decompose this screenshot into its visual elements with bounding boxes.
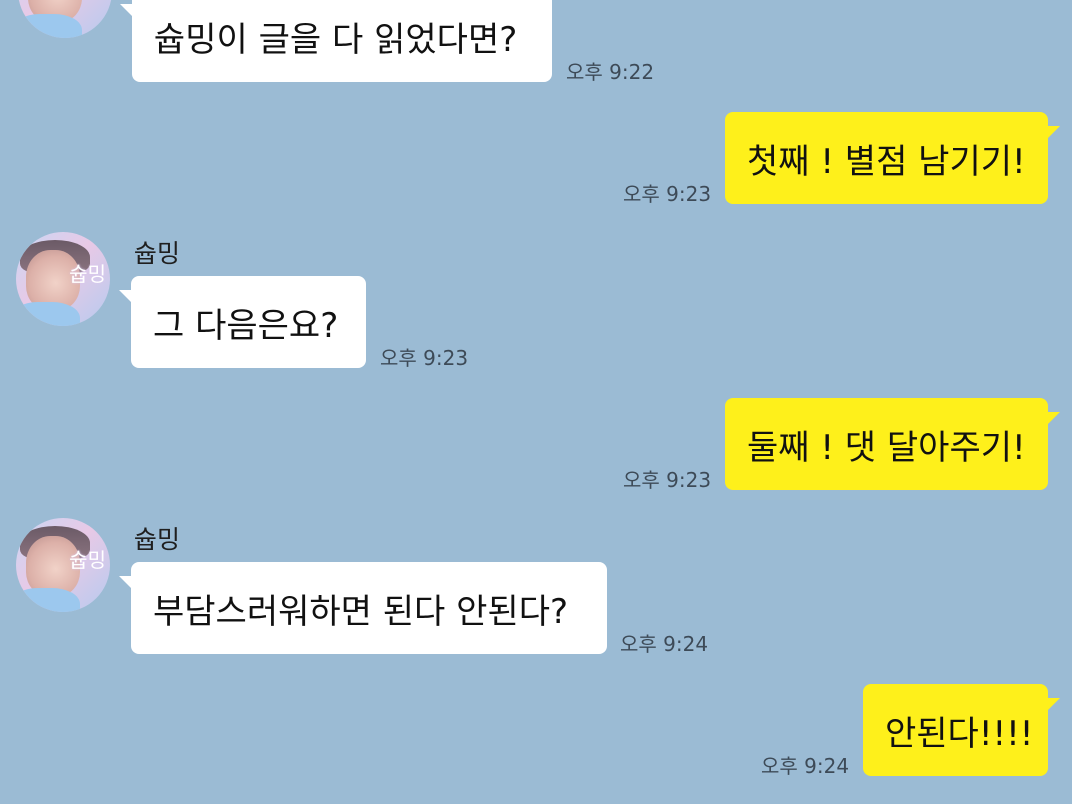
avatar[interactable]: 슙밍 [16,232,110,326]
message-timestamp: 오후 9:23 [623,182,712,206]
avatar-shirt [16,588,80,612]
avatar-overlay-text: 슙밍 [69,548,106,572]
message-bubble-outgoing[interactable]: 안된다!!!! [863,684,1060,776]
message-text: 둘째 ! 댓 달아주기! [747,427,1026,468]
message-bubble-incoming[interactable]: 슙밍이 글을 다 읽었다면? [120,0,552,82]
message-text: 그 다음은요? [153,305,339,346]
message-bubble-outgoing[interactable]: 첫째 ! 별점 남기기! [725,112,1060,204]
message-bubble-incoming[interactable]: 부담스러워하면 된다 안된다? [119,562,607,654]
sender-name: 슙밍 [134,525,181,554]
message-text: 안된다!!!! [885,713,1034,754]
message-timestamp: 오후 9:24 [620,632,709,656]
avatar[interactable]: 슙밍 [18,0,112,38]
message-timestamp: 오후 9:22 [566,60,655,84]
message-bubble-incoming[interactable]: 그 다음은요? [119,276,366,368]
message-text: 슙밍이 글을 다 읽었다면? [154,19,518,60]
avatar-shirt [18,14,82,38]
message-text: 첫째 ! 별점 남기기! [747,141,1026,182]
sender-name: 슙밍 [134,239,181,268]
chat-area[interactable]: 슙밍 슙밍이 글을 다 읽었다면? 오후 9:22 첫째 ! 별점 남기기! 오… [0,0,1072,804]
message-timestamp: 오후 9:24 [761,754,850,778]
avatar-overlay-text: 슙밍 [69,262,106,286]
message-bubble-outgoing[interactable]: 둘째 ! 댓 달아주기! [725,398,1060,490]
message-timestamp: 오후 9:23 [623,468,712,492]
message-text: 부담스러워하면 된다 안된다? [153,591,569,632]
avatar-shirt [16,302,80,326]
message-timestamp: 오후 9:23 [380,346,469,370]
avatar[interactable]: 슙밍 [16,518,110,612]
